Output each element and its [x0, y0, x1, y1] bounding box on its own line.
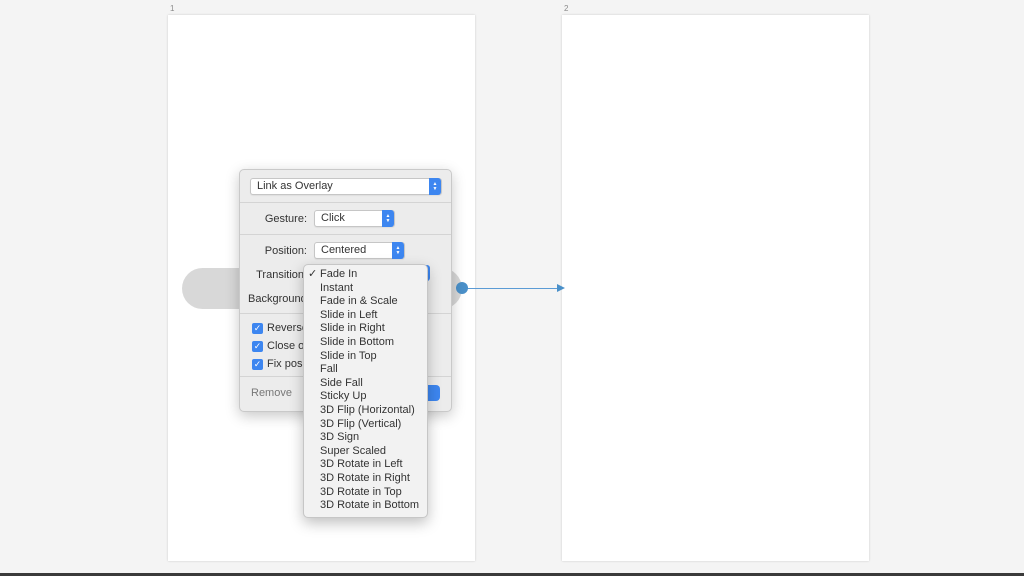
- transition-menu-item[interactable]: 3D Rotate in Bottom: [304, 499, 427, 513]
- transition-menu-item-label: Fade In: [320, 268, 358, 280]
- up-down-chevron-icon: ▲ ▼: [392, 242, 404, 259]
- up-down-chevron-icon: ▲ ▼: [382, 210, 394, 227]
- transition-menu-item[interactable]: Super Scaled: [304, 445, 427, 459]
- arrow-right-icon: [557, 284, 565, 292]
- close-on-click-checkbox[interactable]: ✓ Close or: [252, 340, 308, 352]
- transition-menu-item[interactable]: 3D Flip (Horizontal): [304, 404, 427, 418]
- transition-menu-item-label: 3D Flip (Horizontal): [320, 404, 415, 416]
- position-value: Centered: [321, 244, 367, 256]
- transition-menu-item-label: Slide in Bottom: [320, 336, 394, 348]
- link-type-select[interactable]: Link as Overlay ▲ ▼: [250, 178, 442, 195]
- link-origin-dot[interactable]: [456, 282, 468, 294]
- transition-menu-item-label: 3D Rotate in Top: [320, 485, 402, 498]
- gesture-value: Click: [321, 212, 345, 224]
- transition-menu-item-label: 3D Rotate in Right: [320, 472, 410, 484]
- transition-menu-item[interactable]: 3D Sign: [304, 431, 427, 445]
- artboard-2-number: 2: [564, 4, 569, 13]
- checkmark-icon: ✓: [252, 340, 263, 352]
- transition-menu-item-label: Slide in Left: [320, 308, 378, 321]
- checkmark-icon: ✓: [252, 358, 263, 370]
- link-type-value: Link as Overlay: [257, 180, 333, 192]
- transition-menu-item[interactable]: Slide in Right: [304, 322, 427, 336]
- transition-menu-item-label: Sticky Up: [320, 390, 367, 403]
- transition-menu-item[interactable]: Instant: [304, 282, 427, 296]
- gesture-label: Gesture:: [264, 213, 307, 225]
- transition-menu-item[interactable]: Fall: [304, 363, 427, 377]
- gesture-select[interactable]: Click ▲ ▼: [314, 210, 395, 227]
- transition-menu-item[interactable]: 3D Flip (Vertical): [304, 418, 427, 432]
- transition-menu-item[interactable]: Fade in & Scale: [304, 295, 427, 309]
- transition-menu-item-label: Slide in Top: [320, 349, 377, 362]
- transition-menu-item-label: Fall: [320, 363, 338, 376]
- position-select[interactable]: Centered ▲ ▼: [314, 242, 405, 259]
- reverse-checkbox-label: Reverse: [267, 322, 308, 334]
- divider: [240, 202, 451, 203]
- transition-menu-item[interactable]: Sticky Up: [304, 390, 427, 404]
- transition-menu-item-label: Super Scaled: [320, 444, 387, 457]
- position-label: Position:: [264, 245, 307, 257]
- transition-menu-item[interactable]: 3D Rotate in Left: [304, 458, 427, 472]
- transition-menu-item[interactable]: Slide in Top: [304, 350, 427, 364]
- background-label: Background: [248, 293, 307, 305]
- transition-menu-item-label: Fade in & Scale: [320, 295, 398, 308]
- transition-menu-item[interactable]: 3D Rotate in Top: [304, 486, 427, 500]
- checkmark-icon: ✓: [308, 268, 318, 280]
- transition-menu-item[interactable]: Slide in Bottom: [304, 336, 427, 350]
- transition-menu-item-label: 3D Flip (Vertical): [320, 417, 402, 430]
- fix-position-checkbox-label: Fix posit: [267, 358, 308, 370]
- transition-menu-item[interactable]: 3D Rotate in Right: [304, 472, 427, 486]
- close-checkbox-label: Close or: [267, 340, 308, 352]
- up-down-chevron-icon: ▲ ▼: [429, 178, 441, 195]
- transition-label: Transition: [256, 269, 304, 281]
- transition-menu-item-label: Slide in Right: [320, 322, 385, 335]
- transition-menu-item-label: 3D Sign: [320, 431, 360, 444]
- transition-menu-item-label: 3D Rotate in Bottom: [320, 499, 420, 512]
- artboard-1-number: 1: [170, 4, 175, 13]
- checkmark-icon: ✓: [252, 322, 263, 334]
- transition-menu-item[interactable]: ✓ Fade In: [304, 268, 427, 282]
- fix-position-checkbox[interactable]: ✓ Fix posit: [252, 358, 308, 370]
- transition-menu-item-label: Side Fall: [320, 376, 363, 389]
- reverse-checkbox[interactable]: ✓ Reverse: [252, 322, 308, 334]
- divider: [240, 234, 451, 235]
- artboard-2[interactable]: [562, 15, 869, 561]
- remove-button[interactable]: Remove: [251, 387, 292, 399]
- transition-menu-item[interactable]: Slide in Left: [304, 309, 427, 323]
- transition-menu-item-label: Instant: [320, 281, 354, 294]
- transition-menu-item-label: 3D Rotate in Left: [320, 458, 403, 471]
- transition-dropdown-menu: ✓ Fade In Instant Fade in & Scale Slide in L…: [303, 264, 428, 518]
- prototype-link-line: [462, 287, 558, 289]
- transition-menu-item[interactable]: Side Fall: [304, 377, 427, 391]
